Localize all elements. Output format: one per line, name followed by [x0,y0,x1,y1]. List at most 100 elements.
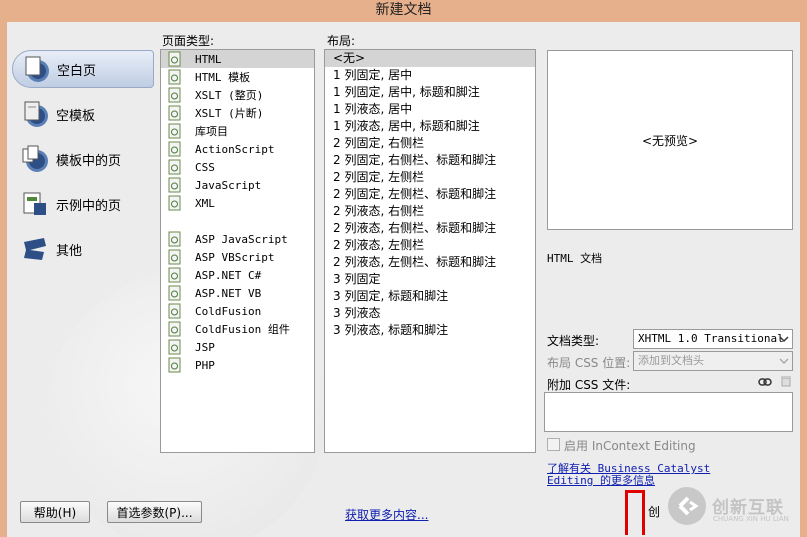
layout-item[interactable]: 2 列液态, 左侧栏、标题和脚注 [325,254,535,271]
category-label: 空模板 [56,108,96,124]
layout-list[interactable]: <无> 1 列固定, 居中 1 列固定, 居中, 标题和脚注 1 列液态, 居中 1 列… [324,49,536,453]
category-label: 其他 [56,243,83,259]
document-description: HTML 文档 [547,252,603,265]
page-type-item-label: ColdFusion [195,304,262,318]
page-type-item[interactable]: JavaScript [161,176,314,194]
page-type-item-label: ColdFusion 组件 [195,323,290,336]
link-chain-icon[interactable] [758,376,772,390]
page-type-item[interactable]: XSLT (片断) [161,104,314,122]
page-type-item-label: HTML 模板 [195,71,251,84]
file-icon [168,69,181,85]
layout-item[interactable]: 3 列液态, 标题和脚注 [325,322,535,339]
highlight-box [625,490,645,535]
layout-item[interactable]: 3 列液态 [325,305,535,322]
category-label: 示例中的页 [56,198,122,214]
page-type-item-label: PHP [195,358,215,372]
page-type-item[interactable]: XML [161,194,314,212]
layout-item[interactable]: 1 列液态, 居中, 标题和脚注 [325,118,535,135]
blank-page-icon [21,54,51,84]
blank-template-icon [20,99,50,129]
layout-item[interactable]: 2 列固定, 左侧栏、标题和脚注 [325,186,535,203]
brand-watermark-sub: CHUANG XIN HU LIAN [713,515,789,523]
page-type-item-label: ActionScript [195,142,275,156]
page-type-item[interactable]: HTML 模板 [161,68,314,86]
preview-text: <无预览> [641,133,699,148]
category-sample-page[interactable]: 示例中的页 [12,185,154,223]
page-type-item[interactable]: CSS [161,158,314,176]
layout-item[interactable]: 2 列固定, 右侧栏 [325,135,535,152]
page-type-item[interactable]: 库项目 [161,122,314,140]
file-icon [168,159,181,175]
incontext-checkbox[interactable] [547,438,560,451]
layout-item[interactable]: 1 列液态, 居中 [325,101,535,118]
doctype-select[interactable]: XHTML 1.0 Transitional [633,329,793,349]
create-button[interactable]: 创 [648,503,660,520]
sample-page-icon [20,189,50,219]
page-type-item-label: XML [195,196,215,210]
category-other[interactable]: 其他 [12,230,154,268]
layout-item[interactable]: 1 列固定, 居中 [325,67,535,84]
file-icon [168,177,181,193]
layout-item[interactable]: 2 列固定, 左侧栏 [325,169,535,186]
category-blank-template[interactable]: 空模板 [12,95,154,133]
page-type-item[interactable]: JSP [161,338,314,356]
file-icon [168,105,181,121]
page-type-item-label: ASP JavaScript [195,232,288,246]
trash-icon[interactable] [780,375,792,390]
layout-item[interactable]: 2 列固定, 右侧栏、标题和脚注 [325,152,535,169]
chevron-down-icon [779,336,789,343]
page-type-item[interactable]: ActionScript [161,140,314,158]
attach-css-list[interactable] [544,392,793,432]
attach-css-label: 附加 CSS 文件: [547,378,631,392]
layout-item[interactable]: 3 列固定, 标题和脚注 [325,288,535,305]
file-icon [168,285,181,301]
layout-item[interactable]: 2 列液态, 左侧栏 [325,237,535,254]
page-type-item-label: ASP VBScript [195,250,275,264]
page-type-item-label: HTML [195,52,222,66]
category-label: 模板中的页 [56,153,122,169]
page-type-item-label: JSP [195,340,215,354]
layout-item[interactable]: 2 列液态, 右侧栏 [325,203,535,220]
other-icon [20,234,50,264]
file-icon [168,123,181,139]
category-blank-page[interactable]: 空白页 [12,50,154,88]
page-type-item[interactable]: PHP [161,356,314,374]
layout-item[interactable]: 3 列固定 [325,271,535,288]
page-type-item-label: 库项目 [195,125,228,138]
page-type-list[interactable]: HTML HTML 模板 XSLT (整页) XSLT (片断) 库项目 ActionSc… [160,49,315,453]
title-bar: 新建文档 [0,0,807,22]
page-type-item-label: XSLT (片断) [195,107,264,120]
file-icon [168,357,181,373]
category-template-page[interactable]: 模板中的页 [12,140,154,178]
help-button[interactable]: 帮助(H) [20,501,90,523]
preferences-button[interactable]: 首选参数(P)... [107,501,202,523]
preview-pane: <无预览> [547,50,793,230]
more-content-link[interactable]: 获取更多内容... [345,506,428,523]
layout-item[interactable]: <无> [325,50,535,67]
doctype-label: 文档类型: [547,334,600,348]
incontext-label: 启用 InContext Editing [564,439,696,453]
file-icon [168,267,181,283]
layout-item[interactable]: 2 列液态, 右侧栏、标题和脚注 [325,220,535,237]
chevron-down-icon [779,358,789,365]
layout-css-value: 添加到文档头 [638,354,704,367]
business-catalyst-link-2[interactable]: Editing 的更多信息 [547,472,655,488]
file-icon [168,303,181,319]
page-type-label: 页面类型: [162,34,215,48]
page-type-item-label: CSS [195,160,215,174]
category-label: 空白页 [57,63,97,79]
page-type-item[interactable]: ASP VBScript [161,248,314,266]
page-type-item[interactable]: ColdFusion 组件 [161,320,314,338]
page-type-item[interactable]: ColdFusion [161,302,314,320]
page-type-item[interactable]: HTML [161,50,314,68]
page-type-item[interactable]: ASP.NET VB [161,284,314,302]
page-type-item[interactable]: ASP.NET C# [161,266,314,284]
layout-label: 布局: [327,34,356,48]
doctype-value: XHTML 1.0 Transitional [638,332,784,345]
page-type-item-label: ASP.NET C# [195,268,262,282]
page-type-item[interactable]: ASP JavaScript [161,230,314,248]
layout-item[interactable]: 1 列固定, 居中, 标题和脚注 [325,84,535,101]
page-type-item-label: ASP.NET VB [195,286,262,300]
page-type-item[interactable]: XSLT (整页) [161,86,314,104]
page-type-item-label: XSLT (整页) [195,89,264,102]
